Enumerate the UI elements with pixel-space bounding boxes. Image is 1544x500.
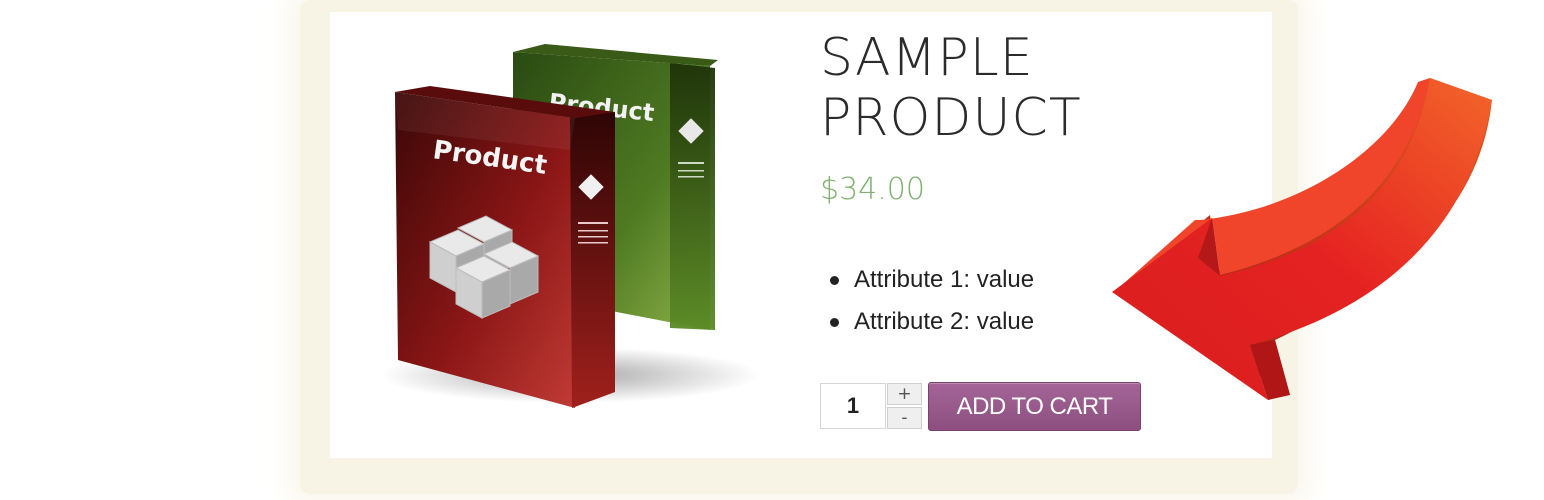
quantity-stepper: + - [887, 383, 922, 429]
list-item: Attribute 1: value [828, 262, 1034, 304]
bullet-icon [830, 318, 839, 327]
attribute-text: Attribute 2: value [854, 308, 1035, 335]
product-image: Product Product [380, 44, 760, 408]
product-price: $34.00 [820, 172, 925, 207]
red-product-box: Product [395, 86, 615, 408]
quantity-input[interactable]: 1 [820, 383, 886, 429]
attribute-text: Attribute 1: value [854, 266, 1035, 293]
increment-button[interactable]: + [887, 383, 922, 405]
decrement-button[interactable]: - [887, 407, 922, 429]
attribute-list: Attribute 1: value Attribute 2: value [828, 262, 1034, 346]
curved-arrow-icon [1112, 78, 1492, 400]
list-item: Attribute 2: value [828, 304, 1034, 346]
bullet-icon [830, 276, 839, 285]
